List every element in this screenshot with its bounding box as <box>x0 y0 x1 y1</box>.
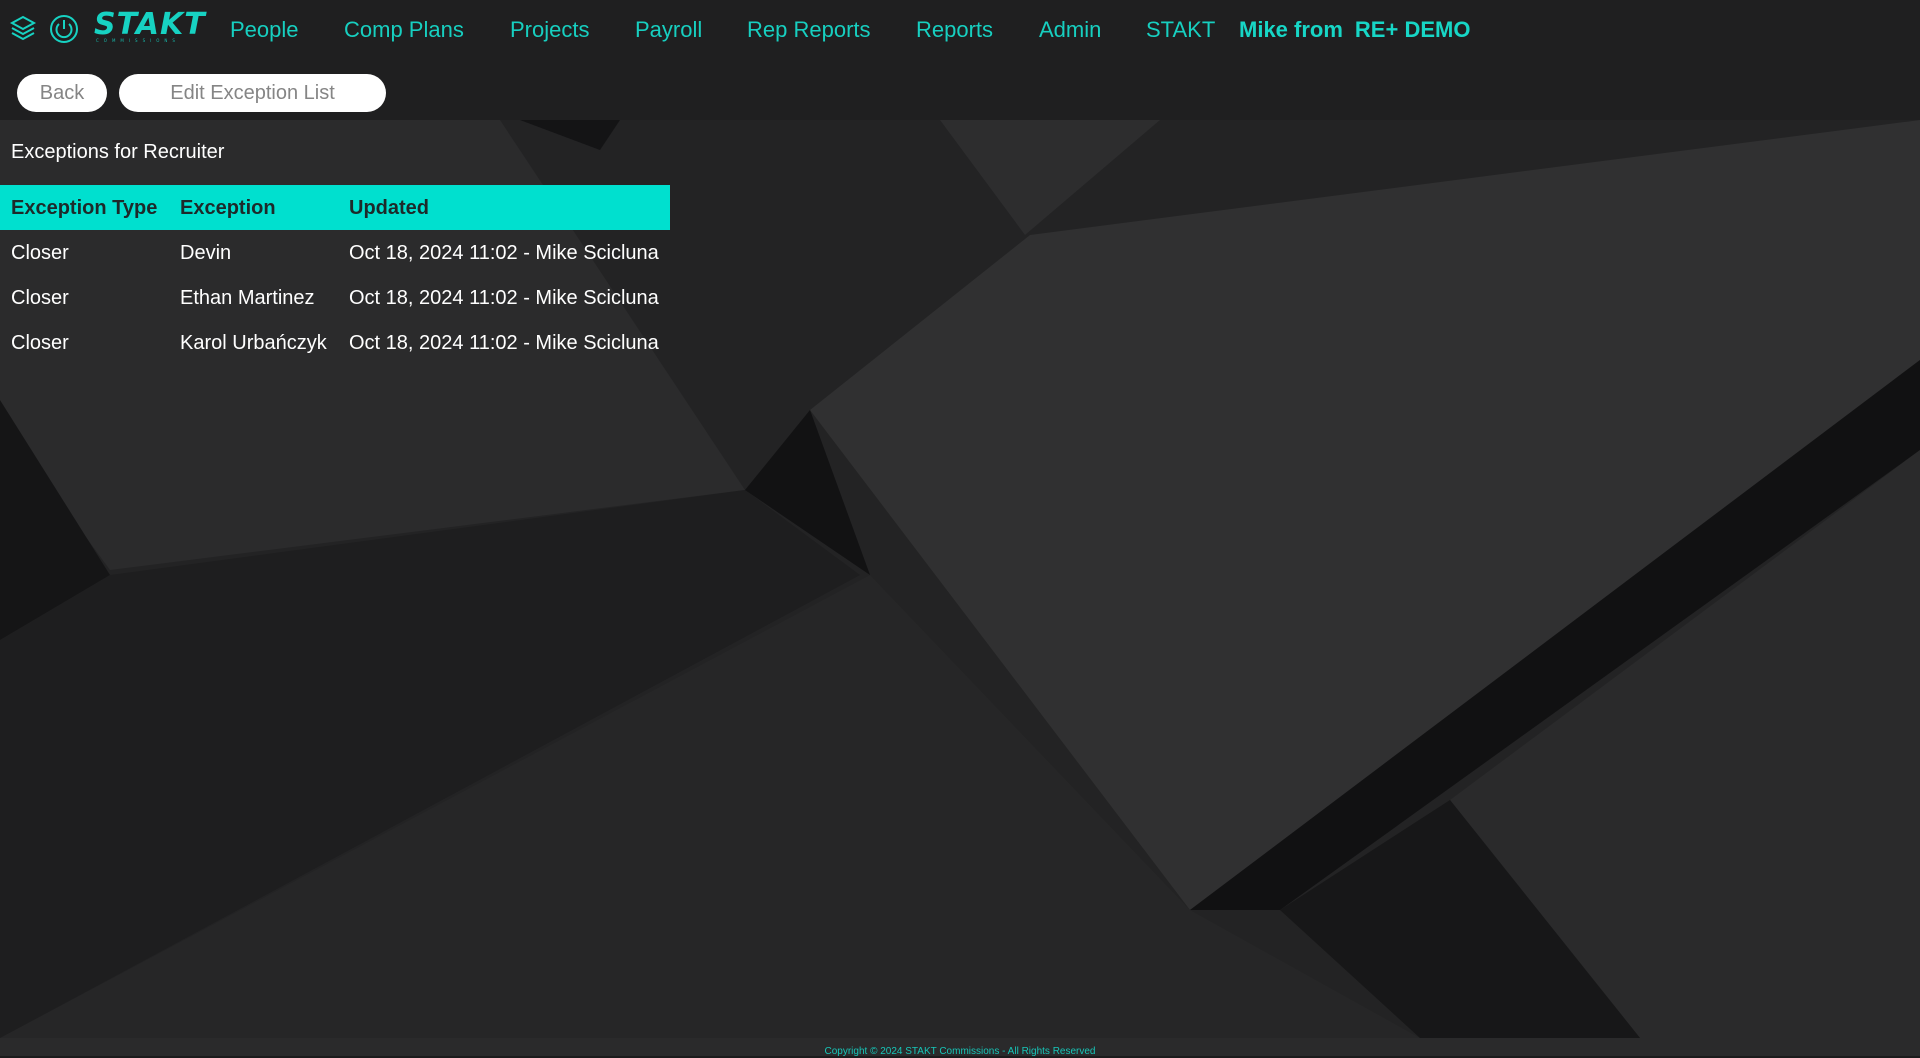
nav-admin[interactable]: Admin <box>1039 17 1101 43</box>
nav-people[interactable]: People <box>230 17 299 43</box>
table-row[interactable]: Closer Karol Urbańczyk Oct 18, 2024 11:0… <box>0 320 670 365</box>
top-bar: STAKT COMMISSIONS People Comp Plans Proj… <box>0 0 1920 120</box>
column-header-updated[interactable]: Updated <box>349 196 429 220</box>
cell-exception-type: Closer <box>11 241 69 264</box>
column-header-exception[interactable]: Exception <box>180 196 276 220</box>
cell-updated: Oct 18, 2024 11:02 - Mike Scicluna <box>349 286 659 309</box>
cell-exception: Ethan Martinez <box>180 286 315 309</box>
table-header: Exception Type Exception Updated <box>0 185 670 230</box>
main-navigation: STAKT COMMISSIONS People Comp Plans Proj… <box>0 0 1920 62</box>
user-name: Mike from <box>1239 17 1343 42</box>
company-name: RE+ DEMO <box>1354 17 1471 42</box>
cell-exception: Devin <box>180 241 232 264</box>
user-company-label[interactable]: Mike from RE+ DEMO <box>1239 17 1470 43</box>
cell-exception: Karol Urbańczyk <box>180 331 327 354</box>
footer: Copyright © 2024 STAKT Commissions - All… <box>0 1038 1920 1057</box>
cell-exception-type: Closer <box>11 286 69 309</box>
cell-exception-type: Closer <box>11 331 69 354</box>
column-header-exception-type[interactable]: Exception Type <box>11 196 157 220</box>
table-row[interactable]: Closer Ethan Martinez Oct 18, 2024 11:02… <box>0 275 670 320</box>
nav-reports[interactable]: Reports <box>916 17 993 43</box>
table-row[interactable]: Closer Devin Oct 18, 2024 11:02 - Mike S… <box>0 230 670 275</box>
nav-payroll[interactable]: Payroll <box>635 17 702 43</box>
exceptions-table: Exception Type Exception Updated Closer … <box>0 185 670 365</box>
nav-rep-reports[interactable]: Rep Reports <box>747 17 871 43</box>
cell-updated: Oct 18, 2024 11:02 - Mike Scicluna <box>349 241 659 264</box>
nav-projects[interactable]: Projects <box>510 17 589 43</box>
back-button[interactable]: Back <box>17 74 107 112</box>
nav-comp-plans[interactable]: Comp Plans <box>344 17 464 43</box>
nav-stakt[interactable]: STAKT <box>1146 17 1215 43</box>
power-icon[interactable] <box>48 13 80 45</box>
brand-subtitle: COMMISSIONS <box>96 38 180 43</box>
edit-exception-list-button[interactable]: Edit Exception List <box>119 74 386 112</box>
layers-stack-icon[interactable] <box>9 14 37 42</box>
page-title: Exceptions for Recruiter <box>11 141 225 163</box>
copyright-text: Copyright © 2024 STAKT Commissions - All… <box>824 1046 1096 1057</box>
cell-updated: Oct 18, 2024 11:02 - Mike Scicluna <box>349 331 659 354</box>
